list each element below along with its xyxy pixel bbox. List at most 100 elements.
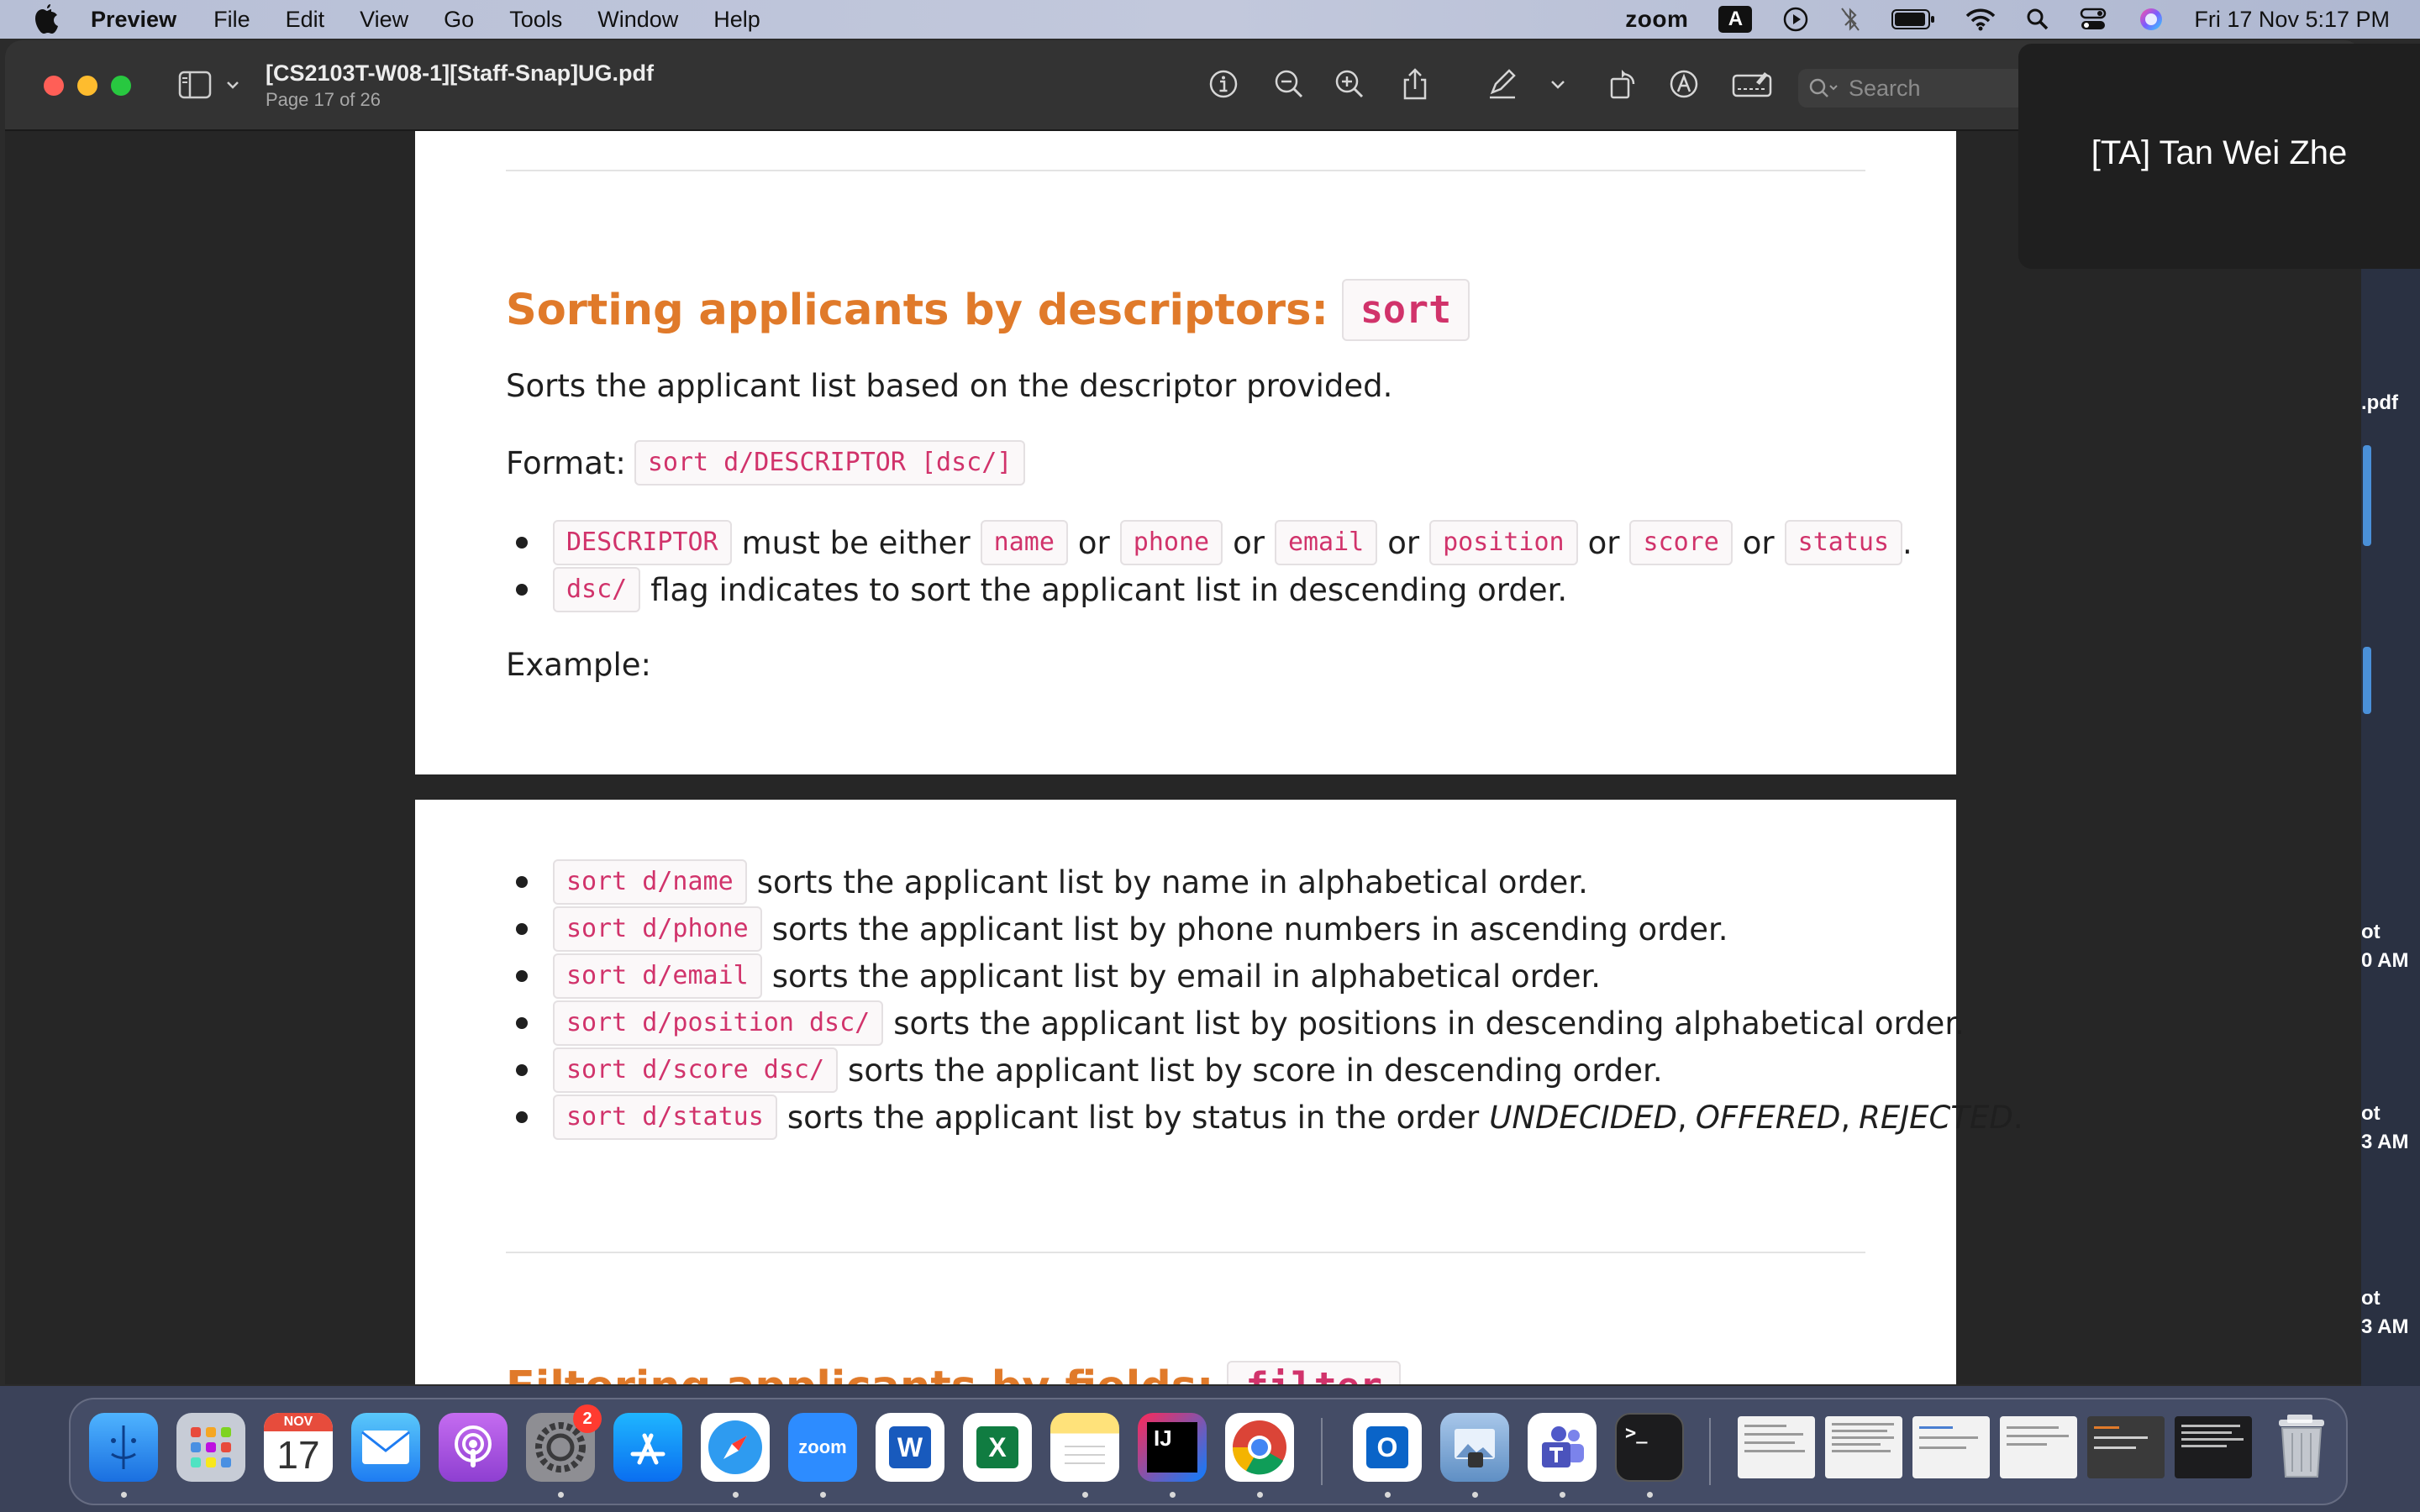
signature-icon[interactable]	[1731, 67, 1773, 101]
minimized-window-thumbnail[interactable]	[2087, 1416, 2165, 1478]
launchpad-icon[interactable]	[176, 1413, 245, 1482]
list-text: sorts the applicant list by phone number…	[771, 911, 1728, 948]
list-text: sorts the applicant list by name in alph…	[756, 864, 1588, 900]
safari-icon[interactable]	[701, 1413, 770, 1482]
siri-icon[interactable]	[2139, 7, 2164, 32]
system-settings-icon[interactable]: 2	[526, 1404, 602, 1482]
intellij-icon[interactable]: IJ	[1138, 1413, 1207, 1482]
rotate-icon[interactable]	[1607, 67, 1640, 101]
apple-menu-icon[interactable]	[32, 3, 60, 35]
example-label: Example:	[506, 647, 651, 683]
finder-icon[interactable]	[89, 1413, 158, 1482]
menu-app-preview[interactable]: Preview	[91, 7, 176, 33]
search-input[interactable]	[1847, 74, 2018, 102]
bullet-dot	[516, 923, 528, 935]
running-indicator	[558, 1492, 564, 1498]
minimize-window-button[interactable]	[77, 76, 97, 96]
outlook-icon[interactable]: O	[1353, 1413, 1422, 1482]
notes-icon[interactable]	[1050, 1413, 1119, 1482]
spotlight-search-icon[interactable]	[2026, 8, 2049, 31]
pdf-page: sort d/name sorts the applicant list by …	[415, 800, 2023, 1385]
minimized-window-thumbnail[interactable]	[2000, 1416, 2077, 1478]
podcasts-icon[interactable]	[439, 1413, 508, 1482]
minimized-window-thumbnail[interactable]	[1738, 1416, 1815, 1478]
excel-icon[interactable]: X	[963, 1413, 1032, 1482]
markup-icon[interactable]	[1667, 67, 1701, 101]
dock-separator	[1709, 1418, 1711, 1485]
menu-help[interactable]: Help	[713, 7, 760, 33]
connector-text: or	[1233, 524, 1265, 561]
play-icon[interactable]	[1782, 6, 1809, 33]
document-view[interactable]: Sorting applicants by descriptors: sort …	[5, 131, 2361, 1384]
wifi-icon[interactable]	[1965, 8, 1996, 31]
desktop-file-label[interactable]: 3 AM	[2361, 1315, 2408, 1339]
menu-file[interactable]: File	[213, 7, 250, 33]
chrome-icon[interactable]	[1225, 1413, 1294, 1482]
mail-icon[interactable]	[351, 1413, 420, 1482]
zoom-in-icon[interactable]	[1333, 67, 1366, 101]
desktop-file-label[interactable]: ot	[2361, 921, 2381, 944]
inline-code: status	[1784, 520, 1903, 565]
inline-code: sort d/name	[553, 859, 747, 905]
section-heading: Sorting applicants by descriptors: sort	[506, 279, 1470, 341]
desktop-file-label[interactable]: 0 AM	[2361, 949, 2408, 973]
trash-icon[interactable]	[2267, 1413, 2336, 1482]
chevron-down-icon[interactable]	[225, 77, 240, 92]
section-heading-text: Filtering applicants by fields:	[506, 1362, 1213, 1385]
menu-tools[interactable]: Tools	[509, 7, 562, 33]
battery-icon[interactable]	[1891, 8, 1935, 30]
minimized-window-thumbnail[interactable]	[1912, 1416, 1990, 1478]
desktop-file-label[interactable]: ot	[2361, 1102, 2381, 1126]
list-text: must be either	[741, 524, 971, 561]
excel-label: X	[976, 1426, 1018, 1468]
search-field[interactable]	[1798, 69, 2025, 108]
zoom-status-item[interactable]: zoom	[1625, 6, 1688, 33]
list-text: sorts the applicant list by score in des…	[848, 1052, 1663, 1089]
close-window-button[interactable]	[44, 76, 64, 96]
running-indicator	[733, 1492, 739, 1498]
list-text: flag indicates to sort the applicant lis…	[650, 571, 1568, 608]
word-icon[interactable]: W	[876, 1413, 944, 1482]
list-text: sorts the applicant list by positions in…	[893, 1005, 1965, 1042]
fullscreen-window-button[interactable]	[111, 76, 131, 96]
format-line: Format: sort d/DESCRIPTOR [dsc/]	[506, 440, 1026, 486]
menu-window[interactable]: Window	[597, 7, 678, 33]
menu-view[interactable]: View	[360, 7, 408, 33]
calendar-icon[interactable]: NOV 17	[264, 1413, 333, 1482]
highlight-options-chevron-icon[interactable]	[1548, 67, 1568, 101]
desktop-file-label[interactable]: ot	[2361, 1287, 2381, 1310]
zoom-video-tile[interactable]: [TA] Tan Wei Zhe	[2018, 44, 2420, 269]
share-icon[interactable]	[1398, 67, 1432, 101]
menu-go[interactable]: Go	[444, 7, 474, 33]
minimized-window-thumbnail[interactable]	[2175, 1416, 2252, 1478]
desktop-file-label[interactable]: .pdf	[2361, 391, 2398, 415]
teams-icon[interactable]	[1528, 1413, 1597, 1482]
desktop-background	[2361, 269, 2420, 1386]
info-icon[interactable]	[1207, 67, 1240, 101]
bullet-dot	[516, 537, 528, 549]
list-text-end: .	[1902, 524, 1912, 561]
bullet-dot	[516, 1064, 528, 1076]
menu-edit[interactable]: Edit	[286, 7, 325, 33]
connector-text: or	[1742, 524, 1775, 561]
running-indicator	[121, 1492, 127, 1498]
horizontal-rule	[506, 1252, 1865, 1253]
list-item: sort d/email sorts the applicant list by…	[506, 953, 2023, 1000]
app-store-icon[interactable]	[613, 1413, 682, 1482]
terminal-icon[interactable]: >_	[1615, 1413, 1684, 1482]
minimized-window-thumbnail[interactable]	[1825, 1416, 1902, 1478]
desktop-file-label[interactable]: 3 AM	[2361, 1131, 2408, 1154]
control-center-icon[interactable]	[2080, 8, 2108, 31]
highlight-pen-icon[interactable]	[1486, 67, 1519, 101]
bluetooth-off-icon[interactable]	[1839, 6, 1861, 33]
inline-code: filter	[1227, 1361, 1402, 1384]
format-label: Format:	[506, 444, 626, 481]
zoom-icon[interactable]: zoom	[788, 1413, 857, 1482]
menubar-clock[interactable]: Fri 17 Nov 5:17 PM	[2194, 7, 2390, 33]
input-source-indicator[interactable]: A	[1718, 6, 1753, 33]
bullet-dot	[516, 876, 528, 888]
preview-icon[interactable]	[1440, 1413, 1509, 1482]
sidebar-toggle-icon[interactable]	[178, 71, 212, 99]
zoom-out-icon[interactable]	[1272, 67, 1306, 101]
running-indicator	[1170, 1492, 1176, 1498]
